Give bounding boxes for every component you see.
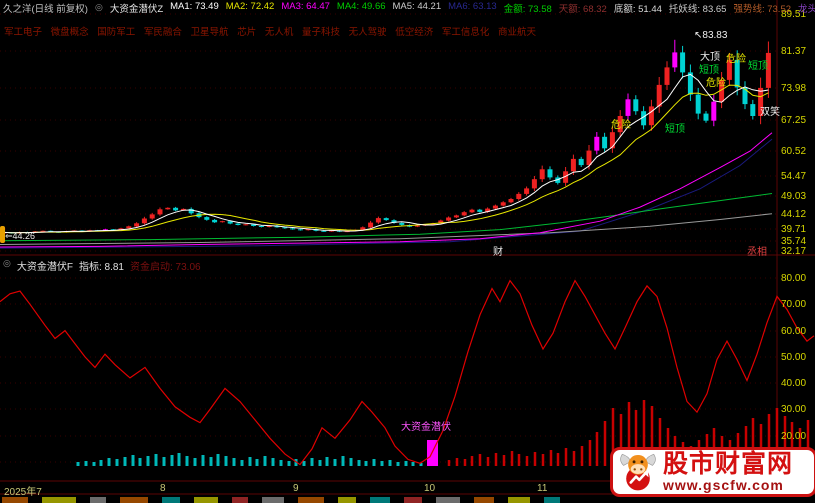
timeline-label: 10	[424, 483, 436, 494]
clipped-text-fragment	[90, 497, 106, 503]
clipped-text-fragment	[544, 497, 560, 503]
timeline-label: 8	[160, 483, 166, 494]
timeline-label: 2025年7	[4, 487, 42, 498]
concept-tags: 军工电子 微盘概念 国防军工 军民融合 卫星导航 芯片 无人机 量子科技 无人驾…	[4, 27, 537, 38]
indicator-name[interactable]: 大资金潜伏F	[17, 258, 73, 273]
clipped-text-fragment	[404, 497, 422, 503]
ma-value: MA3: 64.47	[281, 0, 330, 12]
watermark-badge: 股市财富网 www.gscfw.com	[610, 447, 815, 497]
clipped-text-fragment	[232, 497, 248, 503]
indicator-signal-label: 大资金潜伏	[401, 422, 451, 433]
clipped-text-fragment	[2, 497, 28, 503]
trading-app-window: 久之洋(日线 前复权) ◎ 大资金潜伏Z MA1: 73.49 MA2: 72.4…	[0, 0, 815, 503]
ma-value: 龙头起爆: 66.52	[798, 3, 815, 15]
clipped-text-fragment	[42, 497, 76, 503]
clipped-text-fragment	[162, 497, 180, 503]
clipped-text-fragment	[436, 497, 460, 503]
ma-value: 金额: 73.58	[503, 3, 552, 15]
clipped-text-fragment	[120, 497, 148, 503]
ma-value: MA4: 49.66	[336, 0, 386, 12]
left-edge-marker	[0, 226, 5, 243]
watermark-site-name: 股市财富网	[663, 450, 794, 478]
indicator-toggle-icon[interactable]: ◎	[95, 2, 103, 13]
clipped-text-fragment	[298, 497, 324, 503]
ma-value: 天额: 68.32	[558, 3, 607, 15]
ma-values-list: MA1: 73.49 MA2: 72.42 MA3: 64.47 MA4: 49.66…	[170, 1, 815, 15]
indicator-metric: 指标: 8.81	[78, 262, 124, 273]
main-indicator-name[interactable]: 大资金潜伏Z	[110, 1, 163, 15]
watermark-site-url: www.gscfw.com	[663, 477, 784, 493]
ma-value: 底额: 51.44	[613, 3, 662, 15]
timeline-label: 9	[293, 483, 299, 494]
clipped-text-fragment	[508, 497, 530, 503]
clipped-text-fragment	[338, 497, 356, 503]
ma-value: MA1: 73.49	[170, 0, 219, 12]
timeline-label: 11	[537, 483, 548, 494]
clipped-status-bar	[0, 497, 815, 503]
clipped-text-fragment	[194, 497, 218, 503]
ma-value: MA5: 44.21	[392, 0, 442, 12]
clipped-text-fragment	[370, 497, 390, 503]
indicator-toggle-icon[interactable]: ◎	[3, 258, 11, 273]
main-chart-header: 久之洋(日线 前复权) ◎ 大资金潜伏Z MA1: 73.49 MA2: 72.4…	[3, 1, 815, 15]
ma-value: 强势线: 73.52	[733, 3, 792, 15]
indicator-panel-header: ◎ 大资金潜伏F 指标: 8.81 资金启动: 73.06	[3, 258, 201, 273]
stock-title: 久之洋(日线 前复权)	[3, 3, 88, 15]
clipped-text-fragment	[474, 497, 494, 503]
clipped-text-fragment	[262, 497, 284, 503]
ma-value: MA6: 63.13	[448, 0, 497, 12]
bull-logo-icon	[620, 453, 656, 491]
indicator-secondary-metric: 资金启动: 73.06	[130, 262, 201, 273]
ma-value: 托妖线: 83.65	[668, 3, 727, 15]
ma-value: MA2: 72.42	[225, 0, 275, 12]
